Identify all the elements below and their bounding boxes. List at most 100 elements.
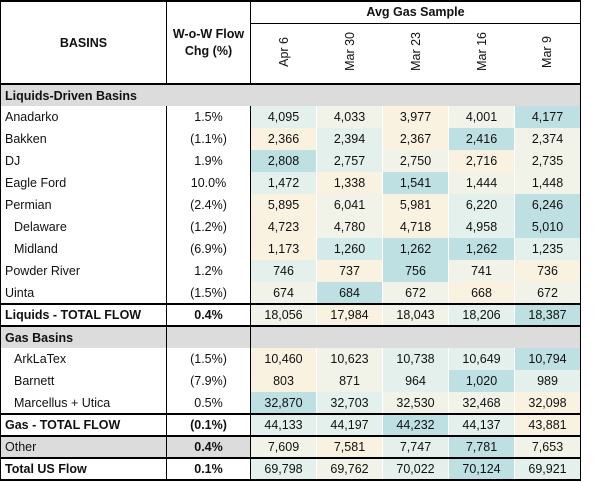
table-body: Liquids-Driven Basins Anadarko 1.5% 4,095 4… (0, 83, 581, 481)
wow-change-value: 10.0% (166, 172, 251, 194)
basin-name: Barnett (0, 370, 167, 392)
flow-value-cell: 4,033 (316, 106, 383, 128)
flow-value-cell: 2,416 (448, 128, 515, 150)
flow-value-cell: 4,095 (250, 106, 317, 128)
flow-value-cell: 1,444 (448, 172, 515, 194)
flow-value-cell: 18,043 (382, 303, 449, 327)
section-row-gas: Gas Basins (0, 326, 581, 348)
section-title: Gas Basins (0, 326, 167, 348)
flow-value-cell: 32,530 (382, 392, 449, 414)
liquids-basin-row: Powder River 1.2% 746 737 756 741 736 (0, 260, 581, 282)
wow-change-value: 0.5% (166, 392, 251, 414)
basin-name: Midland (0, 238, 167, 260)
flow-value-cell: 44,133 (250, 413, 317, 437)
basin-name: DJ (0, 150, 167, 172)
flow-value-cell: 4,723 (250, 216, 317, 238)
flow-value-cell: 668 (448, 282, 515, 304)
flow-value-cell: 1,260 (316, 238, 383, 260)
gas-basin-row: Marcellus + Utica 0.5% 32,870 32,703 32,530 3… (0, 392, 581, 414)
flow-value-cell: 2,367 (382, 128, 449, 150)
flow-value-cell: 69,798 (250, 458, 317, 481)
flow-value-cell: 32,098 (514, 392, 581, 414)
flow-value-cell: 672 (514, 282, 581, 304)
flow-value-cell: 1,235 (514, 238, 581, 260)
flow-value-cell: 746 (250, 260, 317, 282)
basin-name: Other (0, 436, 167, 459)
flow-value-cell: 7,581 (316, 436, 383, 459)
flow-value-cell: 672 (382, 282, 449, 304)
header-row-top: BASINS W-o-W Flow Chg (%) Avg Gas Sample (0, 0, 581, 84)
flow-value-cell: 1,020 (448, 370, 515, 392)
flow-value-cell: 6,041 (316, 194, 383, 216)
flow-value-cell: 44,232 (382, 413, 449, 437)
flow-value-cell: 736 (514, 260, 581, 282)
other-row: Other 0.4% 7,609 7,581 7,747 7,781 7,653 (0, 436, 581, 459)
flow-value-cell: 18,206 (448, 303, 515, 327)
basin-name: Eagle Ford (0, 172, 167, 194)
wow-change-value: 1.2% (166, 260, 251, 282)
flow-value-cell: 2,374 (514, 128, 581, 150)
flow-value-cell: 32,870 (250, 392, 317, 414)
basin-name: ArkLaTex (0, 348, 167, 370)
date-header-0: Apr 6 (276, 36, 291, 67)
basins-header: BASINS (0, 0, 167, 84)
flow-value-cell: 17,984 (316, 303, 383, 327)
flow-value-cell: 18,387 (514, 303, 581, 327)
section-fill (166, 326, 251, 348)
wow-change-value: (0.1%) (166, 413, 251, 437)
date-header-3: Mar 16 (474, 32, 489, 72)
flow-value-cell: 10,794 (514, 348, 581, 370)
flow-value-cell: 989 (514, 370, 581, 392)
flow-value-cell: 6,246 (514, 194, 581, 216)
wow-change-value: 1.9% (166, 150, 251, 172)
flow-value-cell: 7,609 (250, 436, 317, 459)
flow-value-cell: 44,197 (316, 413, 383, 437)
wow-change-value: 0.1% (166, 458, 251, 481)
flow-value-cell: 18,056 (250, 303, 317, 327)
wow-change-value: (1.2%) (166, 216, 251, 238)
flow-value-cell: 4,958 (448, 216, 515, 238)
flow-value-cell: 4,780 (316, 216, 383, 238)
flow-value-cell: 43,881 (514, 413, 581, 437)
flow-value-cell: 741 (448, 260, 515, 282)
basin-name: Total US Flow (0, 458, 167, 481)
flow-value-cell: 2,394 (316, 128, 383, 150)
basin-name: Anadarko (0, 106, 167, 128)
date-header-4: Mar 9 (514, 23, 581, 84)
gas-basin-row: ArkLaTex (1.5%) 10,460 10,623 10,738 10,649 10… (0, 348, 581, 370)
flow-value-cell: 1,448 (514, 172, 581, 194)
gas-basin-row: Barnett (7.9%) 803 871 964 1,020 989 (0, 370, 581, 392)
wow-change-value: 0.4% (166, 303, 251, 327)
basin-flow-table: BASINS W-o-W Flow Chg (%) Avg Gas Sample… (0, 0, 581, 481)
flow-value-cell: 1,541 (382, 172, 449, 194)
flow-value-cell: 44,137 (448, 413, 515, 437)
liquids-basin-row: Uinta (1.5%) 674 684 672 668 672 (0, 282, 581, 304)
flow-value-cell: 5,010 (514, 216, 581, 238)
flow-value-cell: 10,623 (316, 348, 383, 370)
flow-value-cell: 5,895 (250, 194, 317, 216)
section-fill (166, 83, 251, 106)
flow-value-cell: 7,747 (382, 436, 449, 459)
flow-value-cell: 6,220 (448, 194, 515, 216)
flow-table-container: BASINS W-o-W Flow Chg (%) Avg Gas Sample… (0, 0, 600, 482)
avg-gas-sample-header: Avg Gas Sample (250, 0, 581, 24)
wow-change-header-line1: W-o-W Flow (172, 26, 245, 41)
wow-change-value: (2.4%) (166, 194, 251, 216)
flow-value-cell: 7,653 (514, 436, 581, 459)
section-title-liquids: Liquids-Driven Basins (0, 83, 167, 106)
liquids-basin-row: Permian (2.4%) 5,895 6,041 5,981 6,220 6,246 (0, 194, 581, 216)
basin-name: Gas - TOTAL FLOW (0, 413, 167, 437)
flow-value-cell: 4,001 (448, 106, 515, 128)
flow-value-cell: 2,808 (250, 150, 317, 172)
liquids-basin-row: Eagle Ford 10.0% 1,472 1,338 1,541 1,444 1,448 (0, 172, 581, 194)
wow-change-value: 1.5% (166, 106, 251, 128)
basin-name: Delaware (0, 216, 167, 238)
basin-name: Liquids - TOTAL FLOW (0, 303, 167, 327)
flow-value-cell: 7,781 (448, 436, 515, 459)
flow-value-cell: 1,262 (448, 238, 515, 260)
basin-name: Powder River (0, 260, 167, 282)
date-header-2: Mar 23 (408, 32, 423, 72)
liquids-basin-row: DJ 1.9% 2,808 2,757 2,750 2,716 2,735 (0, 150, 581, 172)
us-total-row: Total US Flow 0.1% 69,798 69,762 70,022 70,12… (0, 458, 581, 481)
flow-value-cell: 69,921 (514, 458, 581, 481)
